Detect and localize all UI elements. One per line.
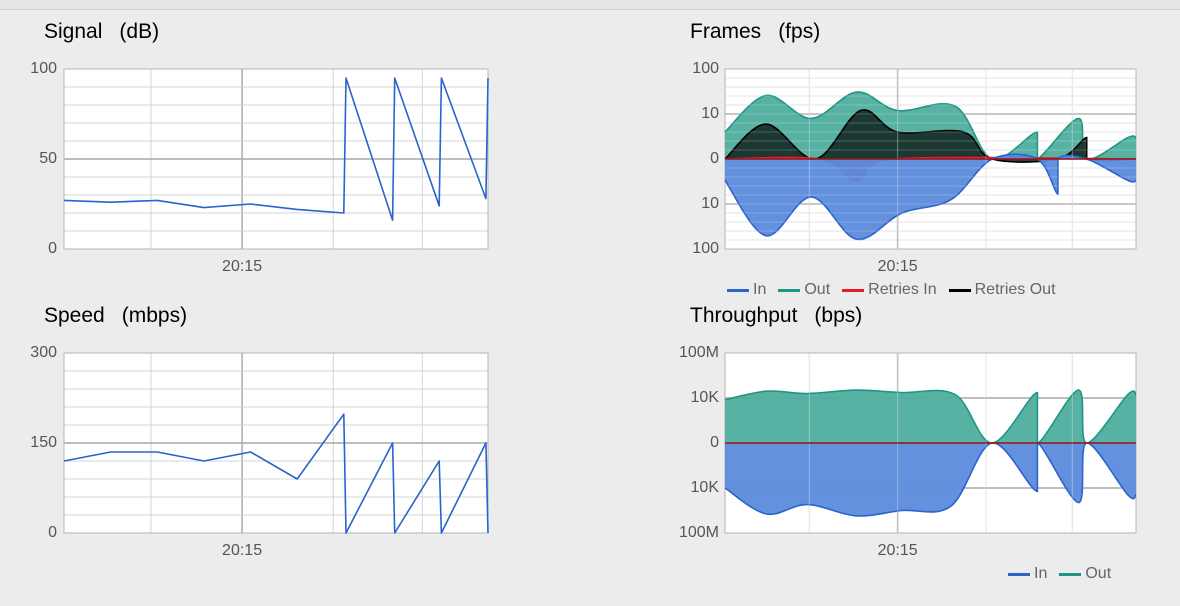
throughput-chart-panel: Throughput (bps) 100M 10K 0 10K 100M 20:15 In … xyxy=(620,300,1180,606)
y-tick-label: 0 xyxy=(710,434,719,451)
legend-label: Retries In xyxy=(868,281,937,298)
legend-item-in: In xyxy=(727,281,766,299)
y-tick-label: 100 xyxy=(692,60,719,77)
y-tick-label: 300 xyxy=(30,344,57,361)
throughput-legend: In Out xyxy=(1008,565,1123,583)
legend-swatch-out xyxy=(1059,572,1082,576)
legend-label: Out xyxy=(1085,565,1112,582)
frames-chart: 1001001010020:15 xyxy=(692,60,1137,275)
y-tick-label: 100 xyxy=(692,240,719,257)
signal-chart-panel: Signal (dB) 100 50 0 20:15 xyxy=(0,0,560,300)
y-tick-label: 0 xyxy=(48,524,57,541)
legend-swatch-out xyxy=(778,288,801,292)
y-tick-label: 10K xyxy=(691,479,720,496)
y-tick-label: 10 xyxy=(701,105,719,122)
legend-swatch-retries-out xyxy=(948,288,971,292)
y-tick-label: 150 xyxy=(30,434,57,451)
y-tick-label: 100M xyxy=(679,524,719,541)
legend-item-out: Out xyxy=(1059,565,1111,583)
legend-item-retries-out: Retries Out xyxy=(948,281,1056,299)
y-tick-label: 100M xyxy=(679,344,719,361)
legend-item-retries-in: Retries In xyxy=(842,281,937,299)
frames-chart-panel: Frames (fps) 100 10 0 10 100 20:15 In Out Retr… xyxy=(620,0,1180,300)
signal-chart: 100 50 0 20:15 xyxy=(30,60,489,275)
legend-label: Retries Out xyxy=(974,281,1056,298)
y-tick-label: 0 xyxy=(48,240,57,257)
y-tick-label: 10K xyxy=(691,389,720,406)
speed-chart-panel: Speed (mbps) 300 150 0 20:15 xyxy=(0,300,560,606)
y-tick-label: 50 xyxy=(39,150,57,167)
legend-item-in: In xyxy=(1008,565,1047,583)
area-fill-out xyxy=(725,390,1136,444)
throughput-chart: 100M 10K 0 10K 100M 20:15 xyxy=(679,344,1137,559)
legend-swatch-in xyxy=(1008,572,1030,576)
frames-legend: In Out Retries In Retries Out xyxy=(727,281,1068,299)
y-tick-label: 0 xyxy=(710,150,719,167)
legend-item-out: Out xyxy=(778,281,830,299)
x-tick-label: 20:15 xyxy=(222,258,262,275)
speed-chart: 300 150 0 20:15 xyxy=(30,344,489,559)
y-tick-label: 100 xyxy=(30,60,57,77)
x-tick-label: 20:15 xyxy=(222,542,262,559)
x-tick-label: 20:15 xyxy=(878,542,918,559)
legend-label: In xyxy=(1034,565,1048,582)
legend-label: In xyxy=(753,281,767,298)
x-tick-label: 20:15 xyxy=(878,258,918,275)
legend-swatch-retries-in xyxy=(842,288,865,292)
legend-swatch-in xyxy=(727,288,749,292)
legend-label: Out xyxy=(804,281,831,298)
y-tick-label: 10 xyxy=(701,195,719,212)
